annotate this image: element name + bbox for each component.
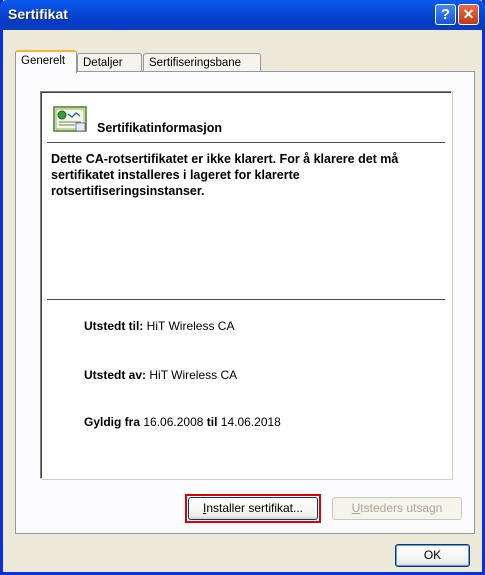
valid-from-label: Gyldig fra [84, 415, 141, 429]
issued-by-value: HiT Wireless CA [149, 368, 238, 382]
tab-general[interactable]: Generelt [15, 50, 77, 73]
close-button[interactable]: ✕ [458, 4, 479, 25]
validity-row: Gyldig fra 16.06.2008 til 14.06.2018 [84, 415, 281, 429]
issued-to-row: Utstedt til: HiT Wireless CA [84, 319, 234, 333]
ok-button[interactable]: OK [395, 544, 470, 567]
valid-to-value: 14.06.2018 [220, 415, 281, 429]
valid-from-value: 16.06.2008 [143, 415, 204, 429]
issued-by-label: Utstedt av: [84, 368, 147, 382]
trust-message: Dette CA-rotsertifikatet er ikke klarert… [51, 152, 399, 198]
certificate-icon [53, 106, 87, 132]
certificate-info-heading: Sertifikatinformasjon [97, 121, 223, 135]
divider-top [47, 142, 445, 143]
tab-panel-general: Sertifikatinformasjon Dette CA-rotsertif… [15, 71, 475, 534]
certificate-dialog: Sertifikat ? ✕ Generelt Detaljer Sertifi… [0, 0, 485, 575]
help-button[interactable]: ? [435, 4, 456, 25]
issued-to-label: Utstedt til: [84, 319, 144, 333]
install-certificate-button[interactable]: Installer sertifikat... [188, 497, 318, 520]
window-title: Sertifikat [8, 6, 68, 22]
divider-bottom [47, 299, 445, 300]
valid-to-label: til [206, 415, 218, 429]
tab-certification-path[interactable]: Sertifiseringsbane [143, 53, 261, 72]
title-bar[interactable]: Sertifikat ? ✕ [0, 0, 485, 30]
issued-to-value: HiT Wireless CA [146, 319, 235, 333]
issued-by-row: Utstedt av: HiT Wireless CA [84, 368, 237, 382]
issuer-statement-button[interactable]: Utsteders utsagn [332, 497, 462, 520]
certificate-info-box: Sertifikatinformasjon Dette CA-rotsertif… [40, 91, 452, 479]
tab-details[interactable]: Detaljer [77, 53, 142, 72]
